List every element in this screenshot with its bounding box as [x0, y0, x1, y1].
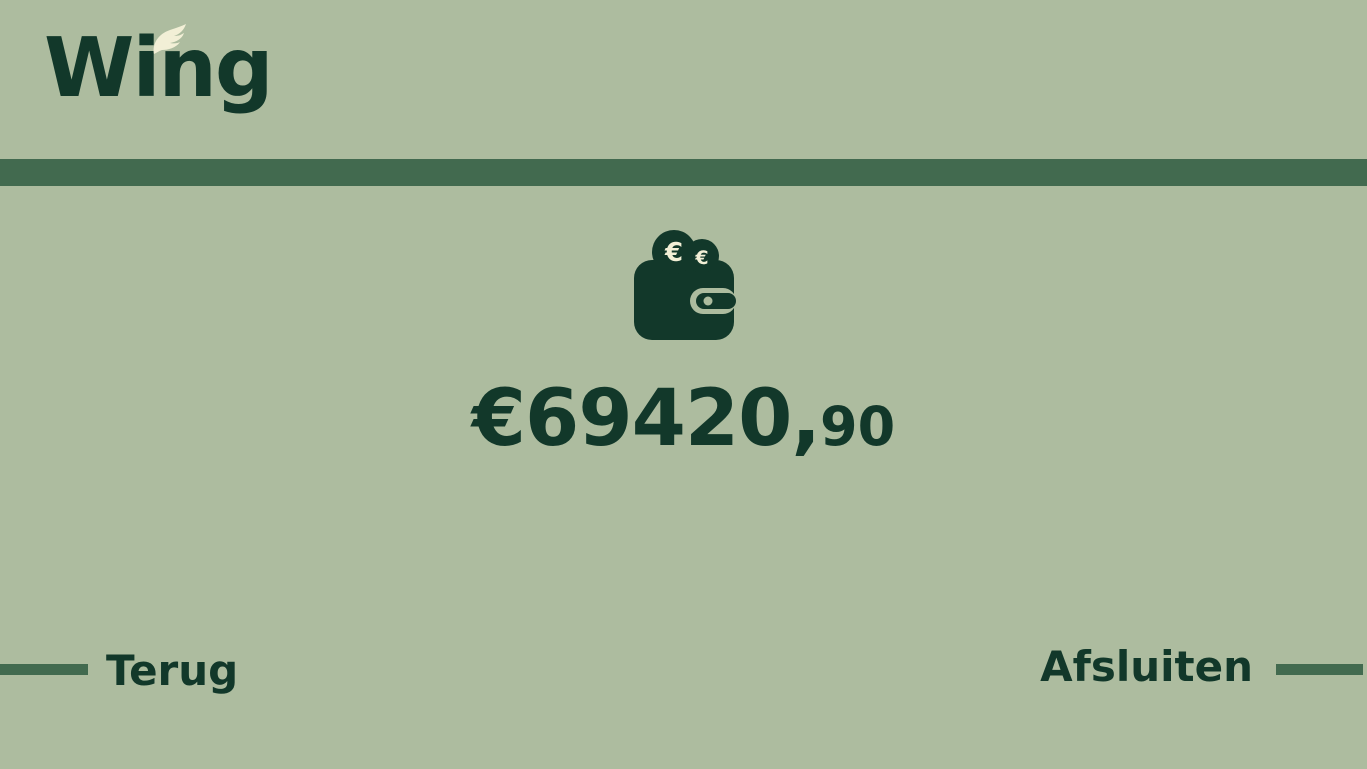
- header-divider: [0, 159, 1367, 186]
- back-button[interactable]: Terug: [106, 650, 238, 692]
- wing-icon: [153, 24, 186, 54]
- brand-logo: Wing: [44, 22, 284, 132]
- balance-cents: 90: [820, 395, 896, 458]
- back-indicator-line: [0, 664, 88, 675]
- balance-amount: €69420,: [471, 374, 821, 464]
- wallet-balance: €69420,90: [0, 380, 1367, 458]
- svg-text:€: €: [664, 238, 683, 268]
- svg-text:€: €: [694, 247, 708, 269]
- close-button[interactable]: Afsluiten: [1040, 646, 1253, 688]
- close-indicator-line: [1276, 664, 1363, 675]
- wallet-with-euro-coins-icon: € €: [634, 230, 736, 340]
